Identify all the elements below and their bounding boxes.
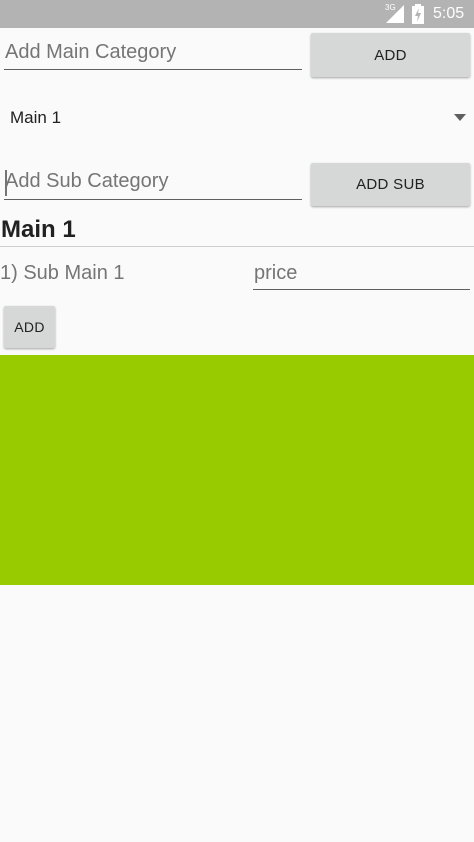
text-cursor [5, 170, 7, 196]
add-main-category-button[interactable]: ADD [311, 33, 470, 77]
spinner-selected-value: Main 1 [10, 108, 62, 127]
main-category-heading: Main 1 [1, 216, 76, 243]
green-block [0, 355, 474, 585]
dropdown-arrow-icon [454, 114, 466, 121]
status-clock: 5:05 [433, 5, 465, 22]
signal-icon [386, 5, 404, 23]
battery-icon [412, 4, 424, 24]
add-price-button-label: ADD [14, 319, 45, 335]
add-price-button[interactable]: ADD [4, 306, 55, 348]
main-category-spinner[interactable]: Main 1 [0, 96, 474, 144]
sub-category-input[interactable] [4, 164, 302, 200]
add-main-category-button-label: ADD [374, 46, 407, 64]
status-bar: 3G 5:05 [0, 0, 474, 28]
sub-category-label: 1) Sub Main 1 [0, 262, 125, 284]
add-sub-category-button[interactable]: ADD SUB [311, 163, 470, 206]
price-input[interactable] [253, 258, 470, 290]
divider [0, 246, 474, 247]
main-category-input[interactable] [4, 36, 302, 70]
add-sub-category-button-label: ADD SUB [356, 176, 425, 193]
